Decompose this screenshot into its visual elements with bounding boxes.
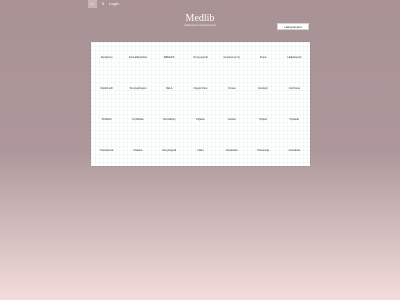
app-link[interactable]: KELA: [154, 73, 185, 104]
home-icon[interactable]: ⌂: [88, 0, 97, 8]
app-link[interactable]: Kirjaudu: [279, 104, 310, 135]
app-link[interactable]: Ota yhteyttä: [154, 135, 185, 166]
app-link[interactable]: EBMeDS: [154, 42, 185, 73]
app-link[interactable]: Terveyskirjasto: [122, 73, 153, 104]
language-link[interactable]: fi: [102, 0, 104, 8]
app-link[interactable]: Sivukartta: [216, 135, 247, 166]
login-link[interactable]: Login: [109, 0, 119, 8]
app-link[interactable]: Asetukset: [279, 135, 310, 166]
app-link[interactable]: Kansallisarkisto: [122, 42, 153, 73]
app-link[interactable]: Tietosuoja: [247, 135, 278, 166]
app-grid-panel: Duodecim Kansallisarkisto EBMeDS Terveyspor…: [91, 42, 310, 166]
app-grid: Duodecim Kansallisarkisto EBMeDS Terveyspor…: [91, 42, 310, 166]
app-link[interactable]: Cochrane: [279, 73, 310, 104]
app-link[interactable]: Uutiset: [216, 104, 247, 135]
app-link[interactable]: MedicineD: [91, 73, 122, 104]
brand-header: Medlib Lääketieteen kirjastopalvelut: [160, 13, 240, 27]
app-link[interactable]: Finna: [247, 42, 278, 73]
top-bar: ⌂ fi Login: [88, 0, 119, 8]
app-link[interactable]: Tietokannat: [91, 135, 122, 166]
app-link[interactable]: Lääkäriposti: [279, 42, 310, 73]
app-link[interactable]: Duodecim: [91, 42, 122, 73]
app-link[interactable]: Fimea: [216, 73, 247, 104]
app-link[interactable]: PubMed: [91, 104, 122, 135]
app-link[interactable]: Kirjasto: [185, 104, 216, 135]
app-link[interactable]: Kustannus Oy: [216, 42, 247, 73]
site-subtitle: Lääketieteen kirjastopalvelut: [184, 24, 216, 27]
app-link[interactable]: Terveysportti: [185, 42, 216, 73]
app-link[interactable]: ClinicalKey: [154, 104, 185, 135]
app-link[interactable]: Haku: [185, 135, 216, 166]
app-link[interactable]: Palaute: [122, 135, 153, 166]
search-services-button[interactable]: Hakupalvelut: [277, 23, 309, 30]
app-link[interactable]: Ohjeet: [247, 104, 278, 135]
app-link[interactable]: Käypä hoito: [185, 73, 216, 104]
site-title[interactable]: Medlib: [160, 13, 240, 24]
app-link[interactable]: UpToDate: [122, 104, 153, 135]
app-link[interactable]: Hoitotyö: [247, 73, 278, 104]
